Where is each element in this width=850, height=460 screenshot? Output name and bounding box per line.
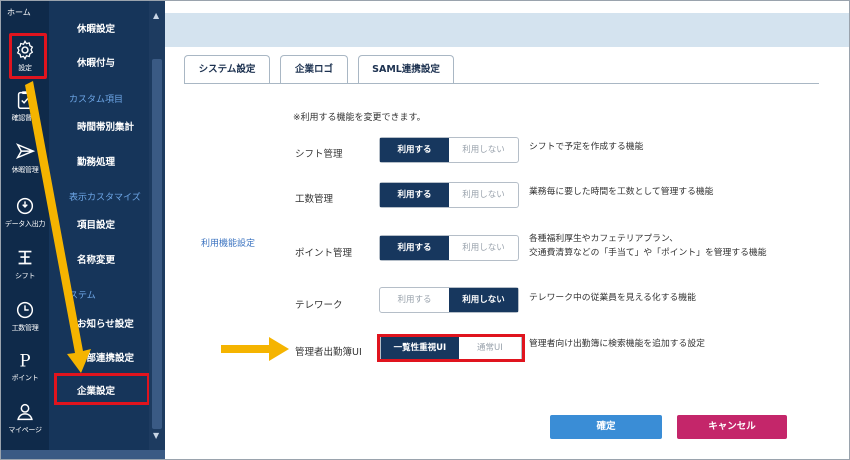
- submenu-item-field-settings[interactable]: 項目設定: [77, 217, 115, 231]
- submenu-section-display: 表示カスタマイズ: [69, 193, 141, 203]
- row-desc-shift: シフトで予定を作成する機能: [529, 142, 644, 152]
- rail-item-shift[interactable]: シフト: [3, 247, 47, 281]
- cancel-button[interactable]: キャンセル: [677, 415, 787, 439]
- row-desc-manhour: 業務毎に要した時間を工数として管理する機能: [529, 187, 714, 197]
- toggle-option-not-use[interactable]: 利用しない: [449, 236, 518, 260]
- submenu-scrollbar[interactable]: ▲ ▼: [149, 1, 165, 459]
- paper-plane-icon: [15, 143, 36, 159]
- submenu-item-notice-settings[interactable]: お知らせ設定: [77, 316, 134, 330]
- rail-label: データ入出力: [4, 220, 46, 228]
- toggle-option-not-use[interactable]: 利用しない: [449, 183, 518, 207]
- tab-divider: [184, 83, 819, 84]
- row-desc-point-2: 交通費清算などの「手当て」や「ポイント」を管理する機能: [529, 248, 767, 258]
- tab-company-logo[interactable]: 企業ロゴ: [280, 55, 348, 83]
- arrow-right-annotation: [221, 337, 289, 361]
- row-label-manhour: 工数管理: [295, 194, 334, 205]
- clipboard-icon: [17, 91, 33, 109]
- submenu-item-leave-grant[interactable]: 休暇付与: [77, 55, 115, 69]
- point-icon: P: [19, 351, 30, 370]
- settings-highlight-box: [9, 33, 47, 79]
- row-label-shift: シフト管理: [295, 149, 343, 160]
- toggle-option-not-use[interactable]: 利用しない: [449, 138, 518, 162]
- confirm-button[interactable]: 確定: [550, 415, 662, 439]
- rail-item-mypage[interactable]: マイページ: [3, 401, 47, 435]
- submenu-item-work-process[interactable]: 勤務処理: [77, 154, 115, 168]
- submenu-section-custom: カスタム項目: [69, 95, 124, 105]
- tab-system-settings[interactable]: システム設定: [184, 55, 270, 83]
- rail-label: ポイント: [11, 374, 39, 382]
- submenu-item-external-link[interactable]: 外部連携設定: [77, 350, 134, 364]
- rail-item-point[interactable]: P ポイント: [3, 349, 47, 383]
- svg-text:P: P: [19, 351, 30, 370]
- toggle-shift[interactable]: 利用する 利用しない: [379, 137, 519, 163]
- company-settings-highlight-box: [54, 373, 150, 405]
- rail-label: 休暇管理: [11, 166, 39, 174]
- settings-note: ※利用する機能を変更できます。: [293, 113, 426, 123]
- toggle-option-use[interactable]: 利用する: [380, 288, 449, 312]
- submenu-item-rename[interactable]: 名称変更: [77, 252, 115, 266]
- app-window: ホーム 設定 確認督促 休暇管理 データ入出力 シフト 工数管理 P ポイント: [0, 0, 850, 460]
- shift-icon: [18, 250, 32, 265]
- tab-saml-settings[interactable]: SAML連携設定: [358, 55, 454, 83]
- toggle-telework[interactable]: 利用する 利用しない: [379, 287, 519, 313]
- submenu-item-time-summary[interactable]: 時間帯別集計: [77, 119, 134, 133]
- rail-label: 確認督促: [11, 114, 39, 122]
- chevron-down-icon[interactable]: ▼: [153, 431, 159, 440]
- toggle-option-not-use[interactable]: 利用しない: [449, 288, 518, 312]
- toggle-option-use[interactable]: 利用する: [380, 183, 449, 207]
- chevron-up-icon[interactable]: ▲: [153, 11, 159, 20]
- rail-item-data-io[interactable]: データ入出力: [3, 195, 47, 229]
- horizontal-scrollbar[interactable]: [1, 450, 165, 459]
- rail-home-label[interactable]: ホーム: [7, 7, 31, 18]
- row-desc-telework: テレワーク中の従業員を見える化する機能: [529, 293, 696, 303]
- power-icon: [16, 197, 34, 215]
- submenu-item-leave-settings[interactable]: 休暇設定: [77, 21, 115, 35]
- rail-item-leave[interactable]: 休暇管理: [3, 141, 47, 175]
- feature-settings-label: 利用機能設定: [201, 239, 256, 249]
- rail-label: マイページ: [8, 426, 42, 434]
- user-icon: [17, 403, 33, 421]
- clock-icon: [16, 301, 34, 319]
- row-desc-point-1: 各種福利厚生やカフェテリアプラン、: [529, 234, 679, 244]
- row-desc-admin-attendance-ui: 管理者向け出勤簿に検索機能を追加する設定: [529, 339, 705, 349]
- scrollbar-thumb[interactable]: [152, 59, 162, 429]
- rail-label: シフト: [14, 272, 36, 280]
- toggle-option-use[interactable]: 利用する: [380, 236, 449, 260]
- row-label-point: ポイント管理: [295, 248, 353, 259]
- toggle-point[interactable]: 利用する 利用しない: [379, 235, 519, 261]
- rail-label: 工数管理: [11, 324, 39, 332]
- row-label-telework: テレワーク: [295, 300, 343, 311]
- toggle-manhour[interactable]: 利用する 利用しない: [379, 182, 519, 208]
- row-label-admin-attendance-ui: 管理者出勤簿UI: [295, 347, 362, 358]
- rail-item-check[interactable]: 確認督促: [3, 89, 47, 123]
- admin-ui-highlight-box: [377, 334, 525, 362]
- submenu-section-system: ステム: [69, 291, 96, 301]
- content-header-bar: [165, 13, 849, 47]
- toggle-option-use[interactable]: 利用する: [380, 138, 449, 162]
- rail-item-manhour[interactable]: 工数管理: [3, 299, 47, 333]
